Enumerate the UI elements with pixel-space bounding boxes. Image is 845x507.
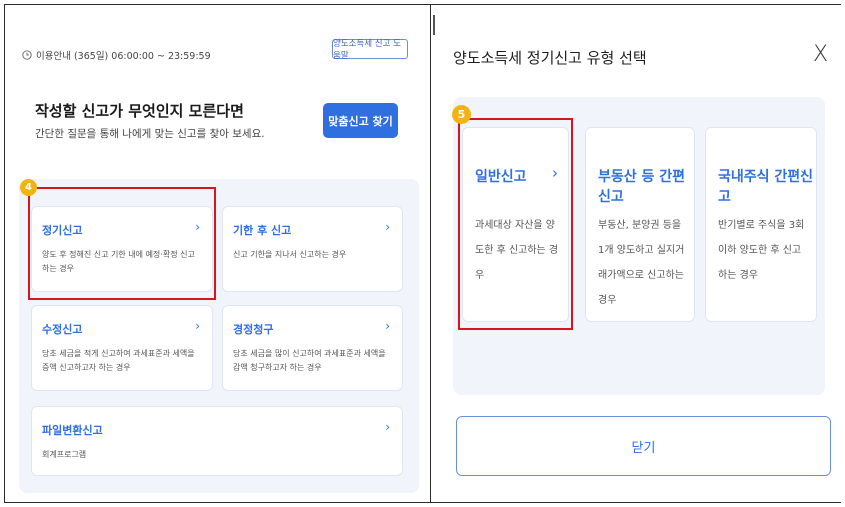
option-stock-simple[interactable]: 국내주식 간편신고 › 반기별로 주식을 3회 이하 양도한 후 신고하는 경우 [705,127,817,322]
report-type-page: 이용안내 (365일) 06:00:00 ~ 23:59:59 양도소득세 신고… [5,5,430,502]
service-hours: 이용안내 (365일) 06:00:00 ~ 23:59:59 [22,48,211,62]
option-desc: 반기별로 주식을 3회 이하 양도한 후 신고하는 경우 [718,220,805,281]
option-realestate-simple[interactable]: 부동산 등 간편신고 › 부동산, 분양권 등을 1개 양도하고 실지거래가액으… [585,127,695,322]
find-report-button[interactable]: 맞춤신고 찾기 [323,103,398,138]
clock-icon [22,50,32,60]
dialog-panel: 양도소득세 정기신고 유형 선택 X 일반신고 › 과세대상 자산을 양도한 후… [431,5,841,502]
card-late-report[interactable]: 기한 후 신고 › 신고 기한을 지나서 신고하는 경우 [222,206,403,292]
highlight-box [458,118,573,330]
card-title: 경정청구 [233,323,274,336]
service-hours-text: 이용안내 (365일) 06:00:00 ~ 23:59:59 [36,51,211,62]
close-icon[interactable]: X [813,42,828,67]
chevron-right-icon: › [800,164,806,182]
card-title: 수정신고 [42,323,83,336]
page-subline: 간단한 질문을 통해 나에게 맞는 신고를 찾아 보세요. [35,128,265,140]
highlight-box [28,187,216,300]
page-headline: 작성할 신고가 무엇인지 모른다면 [35,102,244,120]
chevron-right-icon: › [385,220,390,234]
card-correction-claim[interactable]: 경정청구 › 당초 세금을 많이 신고하여 과세표준과 세액을 감액 청구하고자… [222,305,403,391]
card-desc: 당초 세금을 적게 신고하여 과세표준과 세액을 증액 신고하고자 하는 경우 [42,349,195,372]
card-title: 기한 후 신고 [233,224,292,237]
option-desc: 부동산, 분양권 등을 1개 양도하고 실지거래가액으로 신고하는 경우 [598,220,685,306]
chevron-right-icon: › [678,164,684,182]
card-file-conversion[interactable]: 파일변환신고 › 회계프로그램 [31,406,403,476]
dialog-title: 양도소득세 정기신고 유형 선택 [453,49,647,67]
step-badge: 4 [20,179,37,196]
report-type-dialog: 양도소득세 정기신고 유형 선택 X 일반신고 › 과세대상 자산을 양도한 후… [435,14,837,497]
card-title: 파일변환신고 [42,424,103,437]
card-amended-report[interactable]: 수정신고 › 당초 세금을 적게 신고하여 과세표준과 세액을 증액 신고하고자… [31,305,213,391]
chevron-right-icon: › [385,319,390,333]
help-button[interactable]: 양도소득세 신고 도움말 [332,39,408,61]
chevron-right-icon: › [385,420,390,434]
card-desc: 회계프로그램 [42,450,87,459]
card-desc: 당초 세금을 많이 신고하여 과세표준과 세액을 감액 청구하고자 하는 경우 [233,349,386,372]
close-button[interactable]: 닫기 [456,416,831,476]
card-desc: 신고 기한을 지나서 신고하는 경우 [233,250,347,259]
chevron-right-icon: › [195,319,200,333]
step-badge: 5 [452,105,471,124]
